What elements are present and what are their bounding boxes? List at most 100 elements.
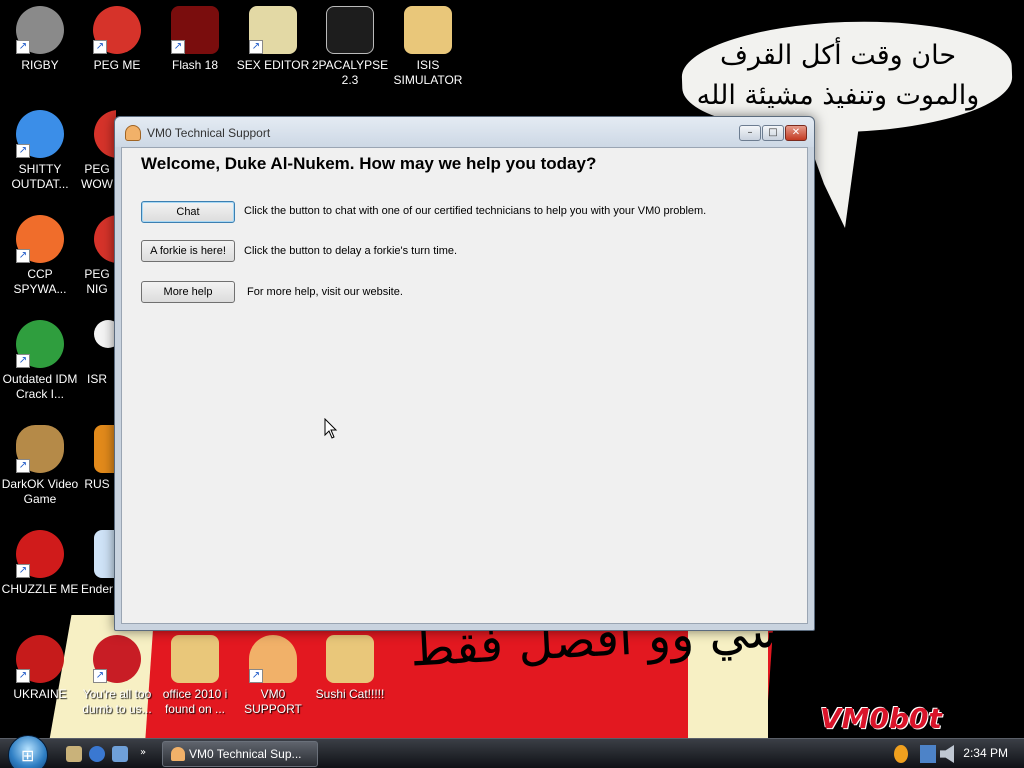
desktop-icon-peg-nig[interactable]: PEG NIG <box>78 215 116 297</box>
pinwheel-icon: ↗ <box>16 215 64 263</box>
desktop-icon-label: CCP SPYWA... <box>13 267 67 296</box>
window-icon <box>94 530 116 578</box>
speech-bubble-text: حان وقت أكل القرف والموت وتنفيذ مشيئة ال… <box>688 36 988 116</box>
desktop-icon-chrome[interactable]: ↗ SHITTY OUTDAT... <box>0 110 80 192</box>
radiation-icon: ↗ <box>16 635 64 683</box>
desktop-icon-rus[interactable]: RUS <box>78 425 116 492</box>
folder-icon <box>326 635 374 683</box>
peg-icon: ↗ <box>93 6 141 54</box>
close-button[interactable]: ✕ <box>785 125 807 141</box>
chat-button[interactable]: Chat <box>141 201 235 223</box>
desktop-icon-sushi-cat[interactable]: Sushi Cat!!!!! <box>310 635 390 702</box>
shortcut-arrow-icon: ↗ <box>16 564 30 578</box>
desktop-icon-label: You're all too dumb to us... <box>82 687 152 716</box>
volume-icon[interactable] <box>940 745 954 763</box>
show-desktop-icon[interactable] <box>66 746 82 762</box>
network-icon[interactable] <box>920 745 936 763</box>
speech-bubble-line-2: والموت وتنفيذ مشيئة الله <box>696 80 980 111</box>
shortcut-arrow-icon: ↗ <box>93 669 107 683</box>
shortcut-arrow-icon: ↗ <box>93 40 107 54</box>
desktop-icon-peg-wow[interactable]: PEG WOW <box>78 110 116 192</box>
taskbar-clock[interactable]: 2:34 PM <box>963 746 1008 760</box>
desktop-icon-isis-simulator[interactable]: ISIS SIMULATOR <box>388 6 468 88</box>
desktop-icon-label: Sushi Cat!!!!! <box>315 687 385 701</box>
desktop-icon-label: DarkOK Video Game <box>1 477 79 506</box>
desktop-icon-sex-editor[interactable]: ↗ SEX EDITOR <box>233 6 313 73</box>
desktop-icon-vm0-support[interactable]: ↗ VM0 SUPPORT <box>233 635 313 717</box>
raccoon-icon: ↗ <box>16 6 64 54</box>
desktop-icon-label: Flash 18 <box>171 58 219 72</box>
desktop-icon-label: SEX EDITOR <box>236 58 310 72</box>
desktop-icon-flash-18[interactable]: ↗ Flash 18 <box>155 6 235 73</box>
terminal-icon <box>326 6 374 54</box>
window-title: VM0 Technical Support <box>147 126 271 140</box>
desktop-icon-label: RUS <box>84 477 110 491</box>
desktop-icon-label: ISIS SIMULATOR <box>393 58 463 87</box>
flash-icon: ↗ <box>171 6 219 54</box>
shortcut-arrow-icon: ↗ <box>249 40 263 54</box>
forkie-button[interactable]: A forkie is here! <box>141 240 235 262</box>
peg-icon <box>94 110 116 158</box>
switch-windows-icon[interactable] <box>112 746 128 762</box>
desktop-icon-darkok[interactable]: ↗ DarkOK Video Game <box>0 425 80 507</box>
desktop-icon-label: Outdated IDM Crack I... <box>2 372 78 401</box>
shortcut-arrow-icon: ↗ <box>171 40 185 54</box>
welcome-heading: Welcome, Duke Al-Nukem. How may we help … <box>141 154 597 173</box>
desktop-icon-label: PEG NIG <box>84 267 110 296</box>
desktop-icon-ukraine[interactable]: ↗ UKRAINE <box>0 635 80 702</box>
shortcut-arrow-icon: ↗ <box>249 669 263 683</box>
shortcut-arrow-icon: ↗ <box>16 669 30 683</box>
desktop-icon-label: 2PACALYPSE 2.3 <box>311 58 389 87</box>
folder-icon <box>404 6 452 54</box>
desktop-icon-devcpp[interactable]: ↗ You're all too dumb to us... <box>77 635 157 717</box>
shortcut-arrow-icon: ↗ <box>16 40 30 54</box>
start-button[interactable]: ⊞ <box>8 735 48 768</box>
maximize-button[interactable]: □ <box>762 125 784 141</box>
window-client-area: Welcome, Duke Al-Nukem. How may we help … <box>121 147 808 624</box>
desktop-icon-label: CHUZZLE ME <box>1 582 79 596</box>
taskbar-button-label: VM0 Technical Sup... <box>189 747 302 761</box>
desktop-icon-label: SHITTY OUTDAT... <box>11 162 69 191</box>
desktop-icon-label: UKRAINE <box>13 687 67 701</box>
money-bag-icon: ↗ <box>16 425 64 473</box>
desktop-icon-ender[interactable]: Ender <box>78 530 116 597</box>
desktop-icon-label: PEG WOW <box>81 162 113 191</box>
more-help-description: For more help, visit our website. <box>247 286 403 298</box>
ie-icon[interactable] <box>89 746 105 762</box>
vm0-support-window: VM0 Technical Support – □ ✕ Welcome, Duk… <box>114 116 815 631</box>
folder-icon <box>171 635 219 683</box>
doctor-icon <box>125 125 141 141</box>
chrome-icon: ↗ <box>16 110 64 158</box>
desktop-icon-ccp-spyware[interactable]: ↗ CCP SPYWA... <box>0 215 80 297</box>
taskbar: ⊞ » VM0 Technical Sup... 2:34 PM <box>0 735 1024 768</box>
search-tray-icon[interactable] <box>894 745 908 763</box>
desktop-icon-office-2010[interactable]: office 2010 i found on ... <box>155 635 235 717</box>
desktop-icon-label: office 2010 i found on ... <box>162 687 228 716</box>
chat-description: Click the button to chat with one of our… <box>244 205 707 217</box>
chuzzle-icon: ↗ <box>16 530 64 578</box>
forkie-description: Click the button to delay a forkie's tur… <box>244 245 458 257</box>
windows-logo-icon: ⊞ <box>21 746 35 765</box>
desktop-icon-2pacalypse[interactable]: 2PACALYPSE 2.3 <box>310 6 390 88</box>
desktop-icon-peg-me[interactable]: ↗ PEG ME <box>77 6 157 73</box>
desktop-icon-rigby[interactable]: ↗ RIGBY <box>0 6 80 73</box>
shortcut-arrow-icon: ↗ <box>16 459 30 473</box>
window-titlebar[interactable]: VM0 Technical Support – □ ✕ <box>115 117 814 147</box>
wallpaper-watermark: VM0b0t <box>820 702 942 735</box>
desktop-icon-label: RIGBY <box>21 58 59 72</box>
shortcut-arrow-icon: ↗ <box>16 144 30 158</box>
desktop-icon-chuzzle[interactable]: ↗ CHUZZLE ME <box>0 530 80 597</box>
quick-launch-overflow-icon[interactable]: » <box>140 747 152 759</box>
desktop-icon-label: PEG ME <box>93 58 141 72</box>
flower-icon <box>94 320 116 348</box>
desktop-icon-idm[interactable]: ↗ Outdated IDM Crack I... <box>0 320 80 402</box>
taskbar-button-vm0-support[interactable]: VM0 Technical Sup... <box>162 741 318 767</box>
minimize-button[interactable]: – <box>739 125 761 141</box>
desktop-icon-isr[interactable]: ISR <box>78 320 116 387</box>
shortcut-arrow-icon: ↗ <box>16 249 30 263</box>
more-help-button[interactable]: More help <box>141 281 235 303</box>
download-globe-icon: ↗ <box>16 320 64 368</box>
peg-icon <box>94 215 116 263</box>
doctor-icon: ↗ <box>249 635 297 683</box>
doctor-icon <box>171 747 185 761</box>
